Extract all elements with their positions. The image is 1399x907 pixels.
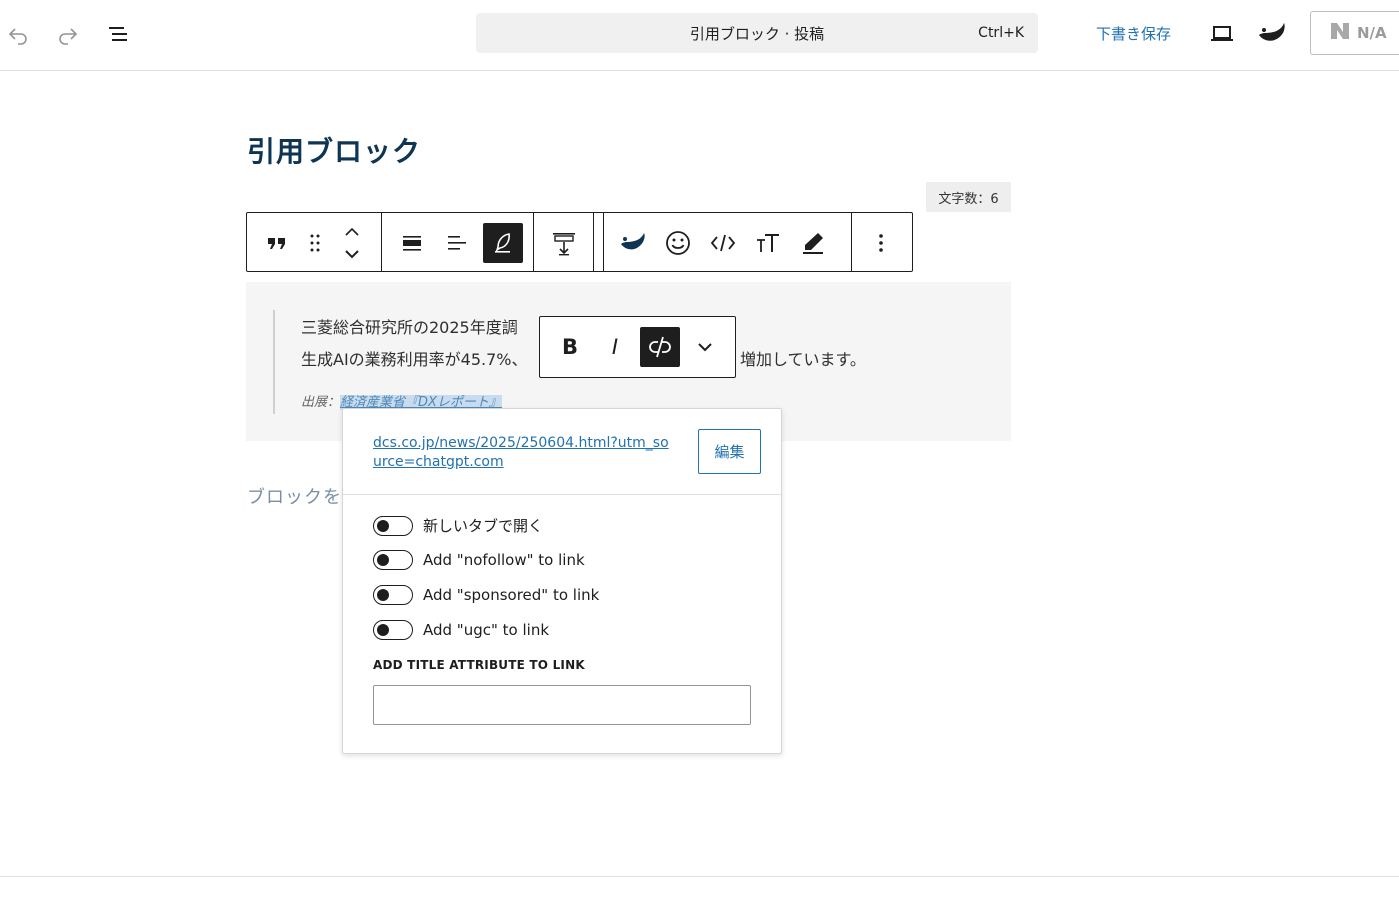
italic-button[interactable]: I bbox=[595, 327, 635, 367]
toggle-knob bbox=[377, 554, 389, 566]
redo-icon[interactable] bbox=[50, 17, 86, 51]
font-size-icon[interactable] bbox=[748, 223, 788, 263]
toggle-switch[interactable] bbox=[373, 620, 413, 640]
editor-topbar: 引用ブロック · 投稿 Ctrl+K 下書き保存 N/A bbox=[0, 0, 1399, 71]
toggle-knob bbox=[377, 624, 389, 636]
command-title: 引用ブロック · 投稿 bbox=[689, 25, 825, 43]
preview-icon[interactable] bbox=[1204, 17, 1240, 51]
format-toolbar: B I bbox=[539, 316, 736, 378]
link-popover: dcs.co.jp/news/2025/250604.html?utm_sour… bbox=[342, 408, 782, 754]
toggle-label: Add "ugc" to link bbox=[423, 621, 550, 639]
more-options-icon[interactable] bbox=[861, 223, 901, 263]
quote-line-2-start[interactable]: 生成AIの業務利用率が45.7%、 bbox=[301, 346, 528, 370]
quote-border bbox=[273, 310, 275, 414]
post-title[interactable]: 引用ブロック bbox=[247, 130, 421, 170]
toggle-ugc[interactable]: Add "ugc" to link bbox=[373, 620, 549, 640]
emoji-icon[interactable] bbox=[658, 223, 698, 263]
toggle-label: Add "nofollow" to link bbox=[423, 551, 585, 569]
toggle-switch[interactable] bbox=[373, 585, 413, 605]
toggle-knob bbox=[377, 589, 389, 601]
chevron-down-icon[interactable] bbox=[685, 327, 725, 367]
save-draft-button[interactable]: 下書き保存 bbox=[1096, 23, 1171, 44]
na-plugin-icon bbox=[1329, 20, 1351, 46]
bold-button[interactable]: B bbox=[550, 327, 590, 367]
toggle-label: Add "sponsored" to link bbox=[423, 586, 600, 604]
word-count-badge: 文字数：6 bbox=[926, 182, 1011, 212]
toggle-switch[interactable] bbox=[373, 550, 413, 570]
quote-line-1[interactable]: 三菱総合研究所の2025年度調 bbox=[301, 314, 518, 338]
unlink-icon[interactable] bbox=[640, 327, 680, 367]
toggle-nofollow[interactable]: Add "nofollow" to link bbox=[373, 550, 585, 570]
block-toolbar bbox=[246, 212, 913, 272]
undo-icon[interactable] bbox=[0, 17, 36, 51]
toggle-new-tab[interactable]: 新しいタブで開く bbox=[373, 515, 543, 536]
toolbar-separator bbox=[603, 213, 604, 271]
move-up-icon[interactable] bbox=[337, 221, 367, 243]
command-palette-bar[interactable]: 引用ブロック · 投稿 Ctrl+K bbox=[476, 13, 1038, 53]
toolbar-separator bbox=[593, 213, 594, 271]
link-url[interactable]: dcs.co.jp/news/2025/250604.html?utm_sour… bbox=[373, 434, 673, 472]
code-icon[interactable] bbox=[703, 223, 743, 263]
toolbar-separator bbox=[381, 213, 382, 271]
block-placeholder[interactable]: ブロックを bbox=[247, 483, 342, 509]
citation-prefix: 出展： bbox=[301, 395, 341, 410]
align-left-icon[interactable] bbox=[437, 223, 477, 263]
spacing-icon[interactable] bbox=[544, 223, 584, 263]
move-down-icon[interactable] bbox=[337, 243, 367, 265]
toggle-switch[interactable] bbox=[373, 515, 413, 536]
popover-divider bbox=[343, 494, 781, 495]
quote-line-2-end[interactable]: 増加しています。 bbox=[740, 346, 866, 370]
toolbar-separator bbox=[851, 213, 852, 271]
style-feather-icon[interactable] bbox=[483, 223, 523, 263]
highlight-icon[interactable] bbox=[793, 223, 833, 263]
document-overview-icon[interactable] bbox=[100, 17, 136, 51]
quote-icon[interactable] bbox=[257, 223, 297, 263]
title-attribute-input[interactable] bbox=[373, 685, 751, 725]
plugin-leaf-icon[interactable] bbox=[1254, 17, 1290, 51]
toolbar-separator bbox=[533, 213, 534, 271]
edit-link-button[interactable]: 編集 bbox=[698, 429, 761, 474]
toggle-label: 新しいタブで開く bbox=[423, 517, 544, 535]
leaf-icon[interactable] bbox=[613, 223, 653, 263]
toggle-knob bbox=[377, 519, 389, 532]
na-label: N/A bbox=[1357, 24, 1387, 42]
drag-handle-icon[interactable] bbox=[297, 223, 333, 263]
toggle-sponsored[interactable]: Add "sponsored" to link bbox=[373, 585, 599, 605]
title-attribute-label: ADD TITLE ATTRIBUTE TO LINK bbox=[373, 658, 585, 672]
bottom-divider bbox=[0, 876, 1399, 877]
command-shortcut: Ctrl+K bbox=[978, 25, 1024, 41]
na-plugin-button[interactable]: N/A bbox=[1310, 11, 1399, 55]
align-center-icon[interactable] bbox=[392, 223, 432, 263]
